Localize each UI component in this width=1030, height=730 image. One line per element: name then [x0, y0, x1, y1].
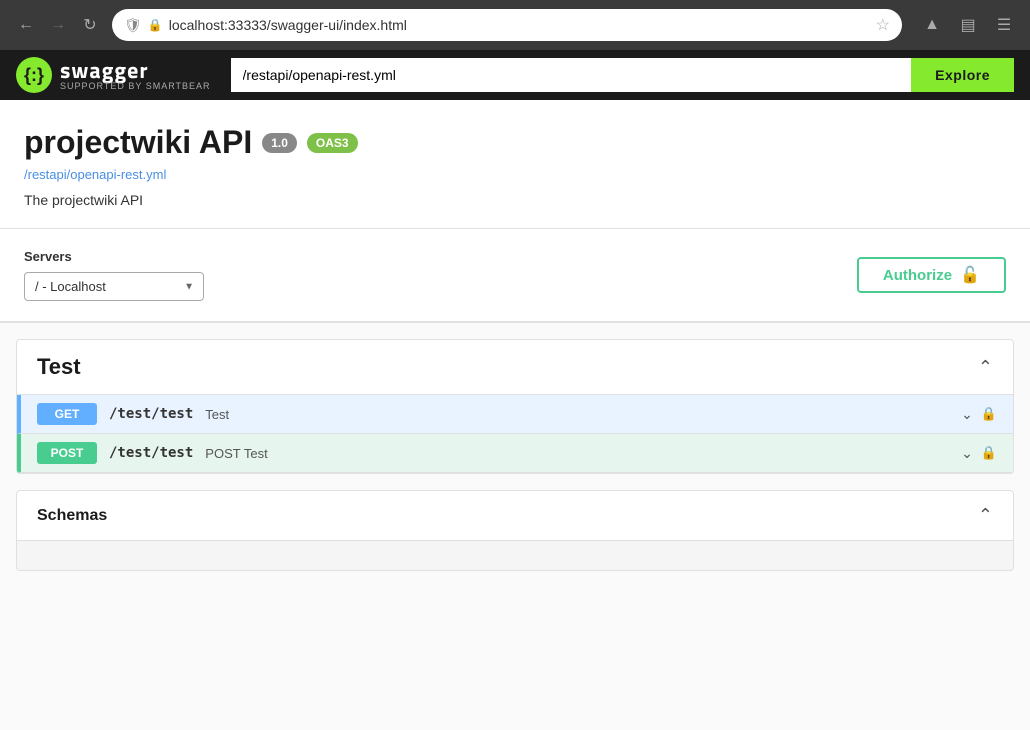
- api-title-row: projectwiki API 1.0 OAS3: [24, 124, 1006, 161]
- oas-badge: OAS3: [307, 133, 358, 153]
- schemas-chevron-icon: ⌃: [978, 505, 993, 526]
- api-title: projectwiki API: [24, 124, 252, 161]
- api-info: projectwiki API 1.0 OAS3 /restapi/openap…: [0, 100, 1030, 229]
- extensions-icon[interactable]: ▤: [954, 11, 982, 39]
- explore-button[interactable]: Explore: [911, 58, 1014, 92]
- swagger-logo-text: swagger SUPPORTED BY SMARTBEAR: [60, 59, 211, 91]
- authorize-label: Authorize: [883, 267, 952, 284]
- swagger-url-bar: Explore: [231, 58, 1014, 92]
- post-method-badge: POST: [37, 442, 97, 464]
- shield-icon: 🛡: [124, 17, 142, 34]
- authorize-lock-icon: 🔓: [960, 265, 980, 285]
- get-method-badge: GET: [37, 403, 97, 425]
- servers-left: Servers / - Localhost: [24, 249, 204, 301]
- get-chevron-icon: ⌄: [961, 406, 973, 423]
- reload-button[interactable]: ↻: [76, 11, 104, 39]
- api-spec-url[interactable]: /restapi/openapi-rest.yml: [24, 167, 1006, 182]
- swagger-title: swagger: [60, 59, 211, 81]
- schemas-section: Schemas ⌃: [16, 490, 1014, 571]
- get-endpoint-summary: Test: [205, 407, 949, 422]
- address-text: localhost:33333/swagger-ui/index.html: [169, 17, 870, 33]
- schemas-content: [16, 541, 1014, 571]
- test-section-title: Test: [37, 354, 81, 380]
- post-endpoint-path: /test/test: [109, 445, 193, 461]
- page-lock-icon: 🔒: [148, 18, 163, 32]
- menu-icon[interactable]: ☰: [990, 11, 1018, 39]
- swagger-logo-icon: {:}: [16, 57, 52, 93]
- version-badge: 1.0: [262, 133, 297, 153]
- back-button[interactable]: ←: [12, 11, 40, 39]
- get-endpoint-row[interactable]: GET /test/test Test ⌄ 🔒: [17, 395, 1013, 434]
- swagger-logo: {:} swagger SUPPORTED BY SMARTBEAR: [16, 57, 211, 93]
- authorize-button[interactable]: Authorize 🔓: [857, 257, 1006, 293]
- test-section: Test ⌃ GET /test/test Test ⌄ 🔒 POST /tes…: [16, 339, 1014, 474]
- post-endpoint-actions: ⌄ 🔒: [961, 445, 997, 462]
- post-endpoint-row[interactable]: POST /test/test POST Test ⌄ 🔒: [17, 434, 1013, 473]
- swagger-url-input[interactable]: [231, 58, 912, 92]
- address-bar: 🛡 🔒 localhost:33333/swagger-ui/index.htm…: [112, 9, 902, 41]
- servers-select-wrapper: / - Localhost: [24, 272, 204, 301]
- servers-section: Servers / - Localhost Authorize 🔓: [0, 229, 1030, 323]
- firefox-account-icon[interactable]: ▲: [918, 11, 946, 39]
- nav-buttons: ← → ↻: [12, 11, 104, 39]
- get-endpoint-actions: ⌄ 🔒: [961, 406, 997, 423]
- swagger-content: projectwiki API 1.0 OAS3 /restapi/openap…: [0, 100, 1030, 730]
- get-endpoint-path: /test/test: [109, 406, 193, 422]
- servers-select[interactable]: / - Localhost: [24, 272, 204, 301]
- swagger-subtitle: SUPPORTED BY SMARTBEAR: [60, 81, 211, 91]
- forward-button[interactable]: →: [44, 11, 72, 39]
- servers-label: Servers: [24, 249, 204, 264]
- browser-actions: ▲ ▤ ☰: [918, 11, 1018, 39]
- post-endpoint-summary: POST Test: [205, 446, 949, 461]
- post-lock-icon: 🔒: [981, 445, 997, 461]
- test-section-chevron-icon: ⌃: [978, 357, 993, 378]
- schemas-header[interactable]: Schemas ⌃: [16, 490, 1014, 541]
- post-chevron-icon: ⌄: [961, 445, 973, 462]
- schemas-title: Schemas: [37, 507, 107, 525]
- api-description: The projectwiki API: [24, 192, 1006, 208]
- bookmark-icon[interactable]: ☆: [876, 15, 890, 35]
- test-section-header[interactable]: Test ⌃: [17, 340, 1013, 395]
- get-lock-icon: 🔒: [981, 406, 997, 422]
- swagger-header: {:} swagger SUPPORTED BY SMARTBEAR Explo…: [0, 50, 1030, 100]
- browser-chrome: ← → ↻ 🛡 🔒 localhost:33333/swagger-ui/ind…: [0, 0, 1030, 50]
